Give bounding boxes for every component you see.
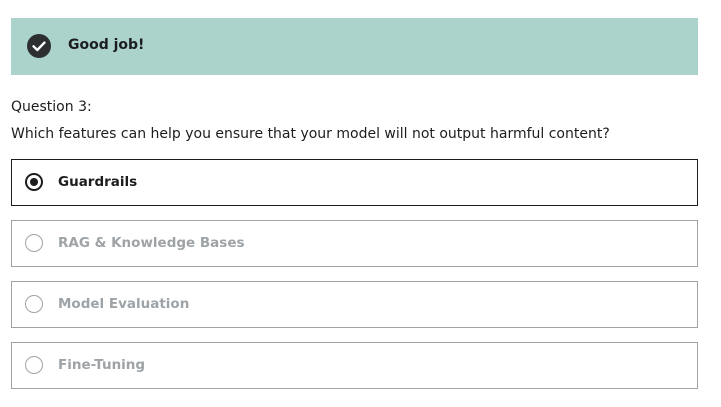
quiz-page: Good job! Question 3: Which features can… [0,0,721,407]
answer-option-label: RAG & Knowledge Bases [58,235,245,251]
answer-option-label: Guardrails [58,174,138,190]
answer-option-model-evaluation[interactable]: Model Evaluation [11,281,698,328]
radio-unselected-icon[interactable] [25,234,43,252]
answer-option-label: Fine-Tuning [58,357,146,373]
answer-option-label: Model Evaluation [58,296,190,312]
question-number: Question 3: [11,99,92,115]
question-text: Which features can help you ensure that … [11,126,610,142]
radio-unselected-icon[interactable] [25,295,43,313]
answer-option-fine-tuning[interactable]: Fine-Tuning [11,342,698,389]
radio-dot [30,178,38,186]
radio-unselected-icon[interactable] [25,356,43,374]
radio-selected-icon[interactable] [25,173,43,191]
answer-option-guardrails[interactable]: Guardrails [11,159,698,206]
answer-option-rag-knowledge-bases[interactable]: RAG & Knowledge Bases [11,220,698,267]
feedback-message: Good job! [68,37,145,53]
success-banner: Good job! [11,18,698,75]
check-circle-icon [27,34,51,58]
